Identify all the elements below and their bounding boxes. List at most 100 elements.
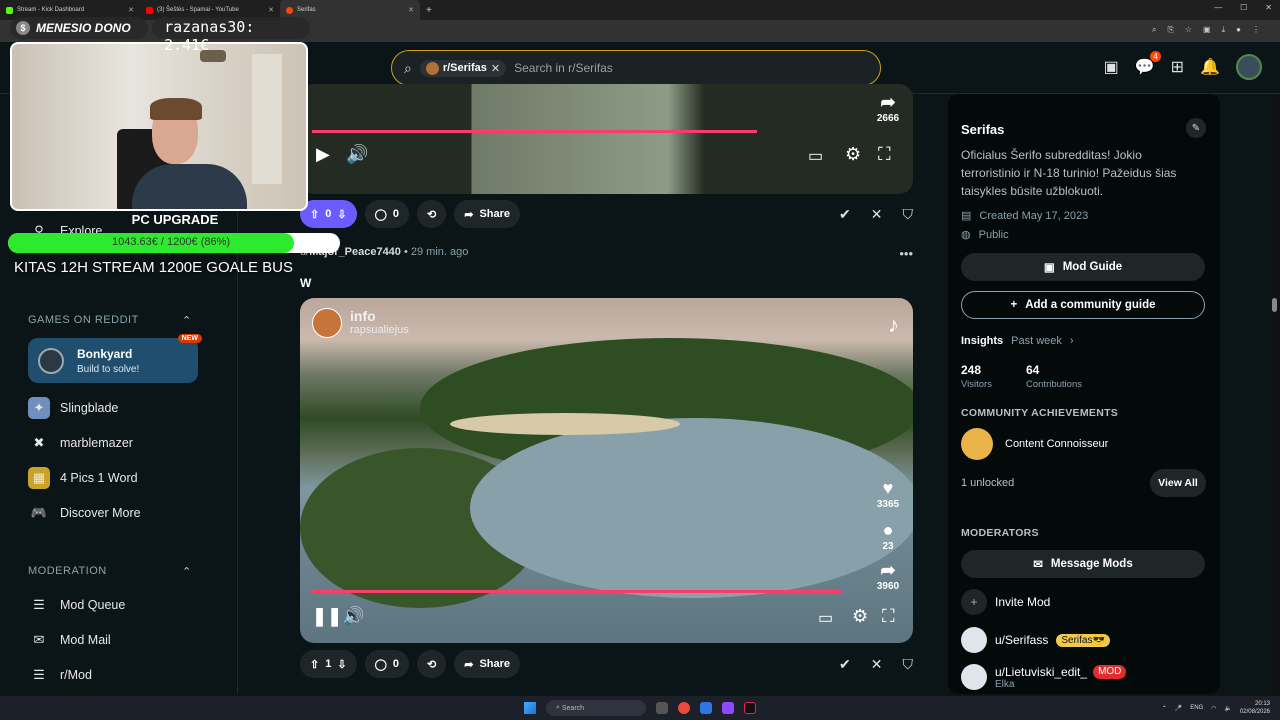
sidebar-item-mod-queue[interactable]: ☰ Mod Queue xyxy=(28,594,125,616)
approve-icon[interactable]: ✔ xyxy=(839,206,851,223)
page-scrollbar[interactable] xyxy=(1272,96,1277,696)
remove-icon[interactable]: ✕ xyxy=(871,206,883,223)
add-guide-button[interactable]: + Add a community guide xyxy=(961,291,1205,319)
chevron-up-icon[interactable]: ⌃ xyxy=(182,565,192,578)
view-all-button[interactable]: View All xyxy=(1150,469,1206,497)
share-button[interactable]: ➦ Share xyxy=(454,200,521,228)
downvote-icon[interactable]: ⇩ xyxy=(337,208,346,221)
comments-button[interactable]: ◯ 0 xyxy=(364,650,409,678)
minimize-icon[interactable]: — xyxy=(1214,3,1222,12)
achievement-item[interactable]: Content Connoisseur xyxy=(961,428,1108,460)
volume-icon[interactable]: 🔊 xyxy=(346,144,368,165)
share-icon[interactable]: ⎘ xyxy=(1167,25,1173,35)
new-tab-button[interactable]: + xyxy=(426,5,432,16)
video-player[interactable]: ▶ 🔊 ▭ ⚙ ⛶ ➦ 2666 xyxy=(300,84,913,194)
captions-icon[interactable]: ▭ xyxy=(808,146,823,166)
message-mods-button[interactable]: ✉ Message Mods xyxy=(961,550,1205,578)
mod-guide-button[interactable]: ▣ Mod Guide xyxy=(961,253,1205,281)
approve-icon[interactable]: ✔ xyxy=(839,656,851,673)
volume-icon[interactable]: 🔊 xyxy=(342,606,364,627)
post-title[interactable]: W xyxy=(300,276,311,290)
extension-icon[interactable]: ▣ xyxy=(1203,25,1211,35)
scrollbar-thumb[interactable] xyxy=(1272,298,1277,312)
zoom-icon[interactable]: ⌕ xyxy=(1152,25,1156,35)
video-like-stat[interactable]: ♥ 3365 xyxy=(873,478,903,510)
remove-icon[interactable]: ✕ xyxy=(871,656,883,673)
fullscreen-icon[interactable]: ⛶ xyxy=(878,144,891,165)
chat-icon[interactable]: 💬 4 xyxy=(1135,51,1161,77)
close-icon[interactable]: ✕ xyxy=(128,6,134,14)
fullscreen-icon[interactable]: ⛶ xyxy=(882,606,895,627)
close-window-icon[interactable]: ✕ xyxy=(1265,3,1272,12)
more-options-icon[interactable]: ••• xyxy=(899,246,913,261)
create-post-icon[interactable]: ⊞ xyxy=(1171,57,1184,77)
wifi-icon[interactable]: ◠ xyxy=(1211,705,1216,712)
close-icon[interactable]: ✕ xyxy=(268,6,274,14)
play-icon[interactable]: ▶ xyxy=(316,144,330,165)
downvote-icon[interactable]: ⇩ xyxy=(337,658,346,671)
discover-more[interactable]: 🎮 Discover More xyxy=(28,502,141,524)
video-progress-bar[interactable] xyxy=(312,130,757,133)
profile-icon[interactable]: ● xyxy=(1236,25,1241,35)
close-icon[interactable]: ✕ xyxy=(408,6,414,14)
video-comment-stat[interactable]: ● 23 xyxy=(873,520,903,552)
subreddit-chip[interactable]: r/Serifas ✕ xyxy=(419,59,507,77)
remove-chip-icon[interactable]: ✕ xyxy=(491,62,500,75)
vote-control[interactable]: ⇧ 0 ⇩ xyxy=(300,200,357,228)
vote-control[interactable]: ⇧ 1 ⇩ xyxy=(300,650,357,678)
invite-mod-button[interactable]: + Invite Mod xyxy=(961,589,1050,615)
chevron-up-icon[interactable]: ⌃ xyxy=(182,314,192,327)
settings-icon[interactable]: ⚙ xyxy=(845,144,861,165)
insights-link[interactable]: Insights Past week › xyxy=(961,335,1074,347)
settings-app-icon[interactable] xyxy=(656,702,668,714)
sidebar-item-r-mod[interactable]: ☰ r/Mod xyxy=(28,664,92,686)
crosspost-button[interactable]: ⟲ xyxy=(417,650,447,678)
achievements-heading: COMMUNITY ACHIEVEMENTS xyxy=(961,407,1119,419)
ads-icon[interactable]: ▣ xyxy=(1104,57,1119,77)
comments-button[interactable]: ◯ 0 xyxy=(364,200,409,228)
settings-icon[interactable]: ⚙ xyxy=(852,606,868,627)
tiktok-app-icon[interactable] xyxy=(744,702,756,714)
mic-icon[interactable]: 🎤 xyxy=(1175,705,1182,712)
search-input[interactable]: ⌕ r/Serifas ✕ Search in r/Serifas xyxy=(391,50,881,86)
video-progress-bar[interactable] xyxy=(312,590,842,593)
moderation-heading[interactable]: MODERATION ⌃ xyxy=(28,565,191,578)
game-card-bonkyard[interactable]: Bonkyard Build to solve! NEW xyxy=(28,334,202,383)
shield-icon[interactable]: ⛉ xyxy=(903,656,914,673)
game-item-slingblade[interactable]: ✦ Slingblade xyxy=(28,397,118,419)
obs-icon[interactable] xyxy=(722,702,734,714)
button-label: View All xyxy=(1158,477,1198,489)
bookmark-star-icon[interactable]: ☆ xyxy=(1185,25,1192,35)
game-item-4pics1word[interactable]: ▦ 4 Pics 1 Word xyxy=(28,467,138,489)
download-icon[interactable]: ⤓ xyxy=(1222,25,1226,35)
tray-arrow-icon[interactable]: ⌃ xyxy=(1162,705,1167,712)
speaker-icon[interactable]: 🔈 xyxy=(1224,705,1231,712)
pause-icon[interactable]: ❚❚ xyxy=(312,606,342,627)
chrome-icon[interactable] xyxy=(678,702,690,714)
shield-icon[interactable]: ⛉ xyxy=(903,206,914,223)
windows-start-icon[interactable] xyxy=(524,702,536,714)
upvote-icon[interactable]: ⇧ xyxy=(310,208,319,221)
upvote-icon[interactable]: ⇧ xyxy=(310,658,319,671)
taskbar-search[interactable]: ⌕ Search xyxy=(546,700,646,716)
moderator-item[interactable]: u/Lietuviski_edit_ MOD Elka xyxy=(961,664,1127,690)
edge-icon[interactable] xyxy=(700,702,712,714)
maximize-icon[interactable]: ☐ xyxy=(1240,3,1247,12)
games-heading[interactable]: GAMES ON REDDIT ⌃ xyxy=(28,314,191,327)
game-item-marblemazer[interactable]: ✖ marblemazer xyxy=(28,432,133,454)
language-indicator[interactable]: ENG xyxy=(1190,705,1203,711)
bell-icon[interactable]: 🔔 xyxy=(1200,57,1220,77)
edit-icon[interactable]: ✎ xyxy=(1186,118,1206,138)
video-player[interactable]: info rapsualiejus ♪ ♥ 3365 ● 23 ➦ 3960 ❚❚ 🔊 … xyxy=(300,298,913,643)
video-share-stat[interactable]: ➦ 3960 xyxy=(873,560,903,592)
user-avatar[interactable] xyxy=(1236,54,1262,80)
sidebar-item-mod-mail[interactable]: ✉ Mod Mail xyxy=(28,629,111,651)
crosspost-button[interactable]: ⟲ xyxy=(417,200,447,228)
clock[interactable]: 20:13 02/08/2026 xyxy=(1240,700,1270,716)
share-button[interactable]: ➦ Share xyxy=(454,650,521,678)
moderator-item[interactable]: u/Serifass Serifas😎 xyxy=(961,627,1110,653)
scene-beach xyxy=(450,413,680,435)
menu-icon[interactable]: ⋮ xyxy=(1252,25,1260,35)
video-share-stat[interactable]: ➦ 2666 xyxy=(873,92,903,124)
captions-icon[interactable]: ▭ xyxy=(818,608,833,628)
